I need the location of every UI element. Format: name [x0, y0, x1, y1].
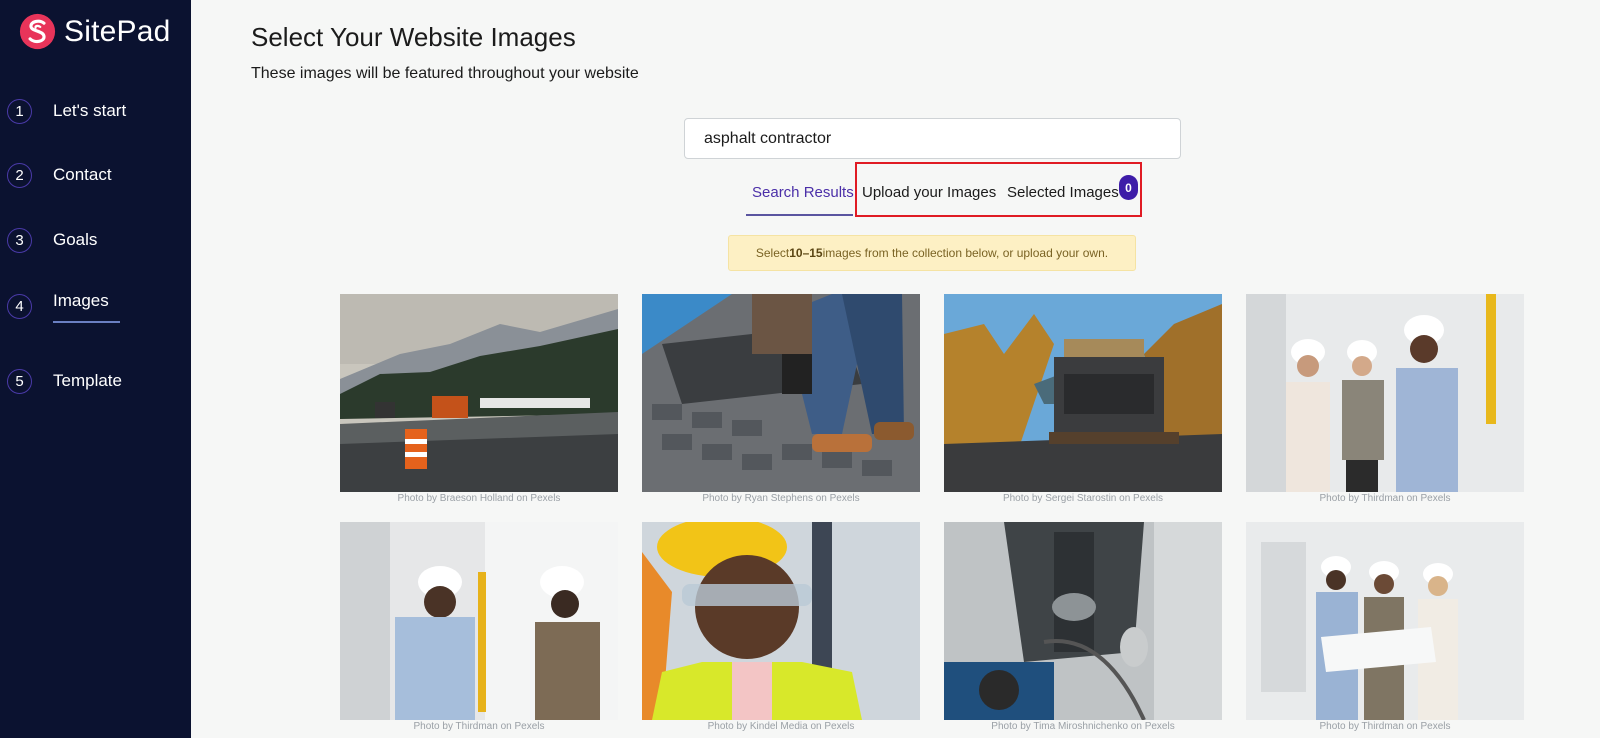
- photo-credit: Photo by Sergei Starostin on Pexels: [1002, 493, 1164, 504]
- notice-text-before: Select: [755, 246, 790, 260]
- page-subtitle: These images will be featured throughout…: [251, 65, 639, 82]
- photo-credit: Photo by Thirdman on Pexels: [413, 721, 545, 732]
- pressure-washer-image: [944, 522, 1222, 720]
- photo-credit: Photo by Ryan Stephens on Pexels: [702, 493, 860, 504]
- selected-count-badge: 0: [1119, 175, 1138, 200]
- step-number: 2: [7, 162, 32, 188]
- blueprint-team-image: [1246, 522, 1524, 720]
- active-tab-indicator: [746, 214, 853, 216]
- step-label: Images: [53, 291, 109, 310]
- photo-credit: Photo by Kindel Media on Pexels: [707, 721, 855, 732]
- brand-logo[interactable]: SitePad: [19, 13, 170, 50]
- photo-credit: Photo by Thirdman on Pexels: [1319, 493, 1451, 504]
- construction-team-image: [1246, 294, 1524, 492]
- roofing-worker-image: [642, 294, 920, 492]
- photo-hardhat-worker[interactable]: [642, 522, 920, 720]
- sidebar: SitePad 1 Let's start 2 Contact 3 Goals …: [0, 0, 191, 738]
- step-number: 5: [7, 368, 32, 394]
- brand-name: SitePad: [64, 14, 171, 48]
- photo-level-check[interactable]: [340, 522, 618, 720]
- step-number: 1: [7, 98, 32, 124]
- photo-asphalt-paver[interactable]: [944, 294, 1222, 492]
- search-box[interactable]: [684, 118, 1181, 159]
- step-goals[interactable]: 3 Goals: [7, 225, 97, 255]
- step-template[interactable]: 5 Template: [7, 366, 122, 396]
- photo-road-paving[interactable]: [340, 294, 618, 492]
- step-label: Template: [53, 371, 122, 390]
- step-label: Goals: [53, 230, 98, 249]
- asphalt-paver-image: [944, 294, 1222, 492]
- photo-pressure-washer[interactable]: [944, 522, 1222, 720]
- hardhat-worker-image: [642, 522, 920, 720]
- step-number: 3: [7, 227, 32, 253]
- photo-roofing[interactable]: [642, 294, 920, 492]
- photo-credit: Photo by Tima Miroshnichenko on Pexels: [991, 721, 1175, 732]
- step-lets-start[interactable]: 1 Let's start: [7, 96, 126, 126]
- step-contact[interactable]: 2 Contact: [7, 160, 112, 190]
- page-title: Select Your Website Images: [251, 22, 576, 52]
- tab-search-results[interactable]: Search Results: [752, 184, 854, 201]
- photo-blueprint-team[interactable]: [1246, 522, 1524, 720]
- step-number: 4: [7, 293, 32, 319]
- level-check-image: [340, 522, 618, 720]
- photo-credit: Photo by Thirdman on Pexels: [1319, 721, 1451, 732]
- notice-count: 10–15: [789, 246, 823, 260]
- step-images[interactable]: 4 Images: [7, 291, 120, 323]
- road-construction-image: [340, 294, 618, 492]
- sitepad-logo-icon: [19, 13, 56, 50]
- tab-upload-images[interactable]: Upload your Images: [862, 184, 996, 201]
- notice-text-after: images from the collection below, or upl…: [822, 246, 1109, 260]
- active-step-indicator: [53, 321, 120, 323]
- selection-notice: Select 10–15 images from the collection …: [728, 235, 1136, 271]
- step-label: Contact: [53, 165, 112, 184]
- search-input[interactable]: [704, 129, 1161, 148]
- photo-team-level[interactable]: [1246, 294, 1524, 492]
- step-label: Let's start: [53, 101, 127, 120]
- photo-credit: Photo by Braeson Holland on Pexels: [397, 493, 561, 504]
- tab-selected-images[interactable]: Selected Images: [1007, 184, 1119, 201]
